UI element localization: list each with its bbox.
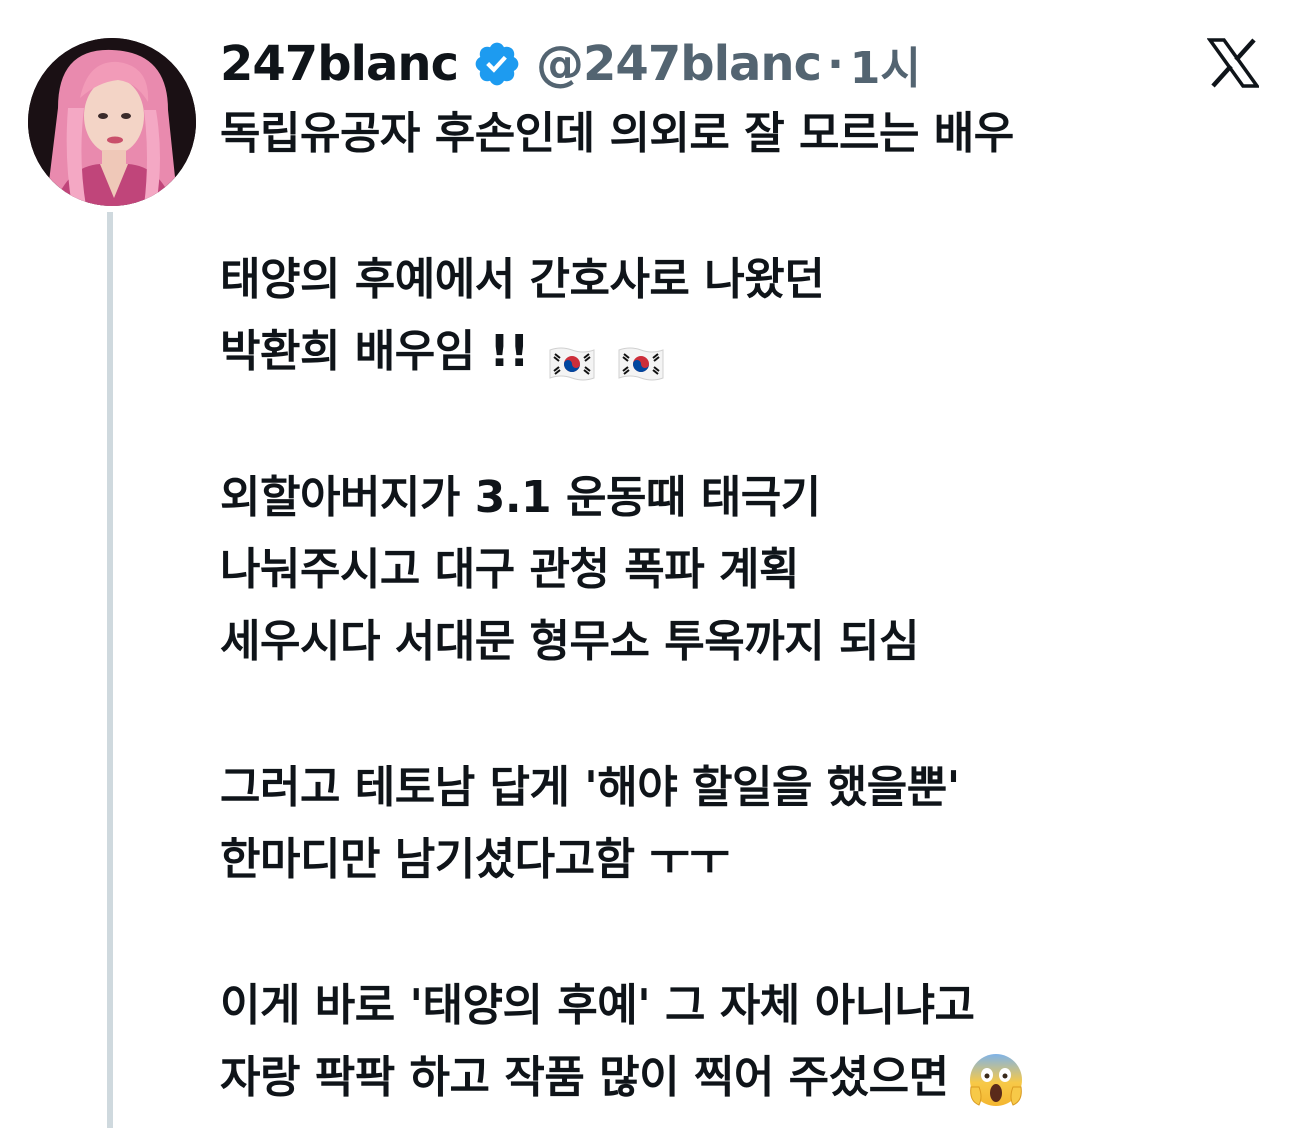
x-logo-icon	[1206, 38, 1261, 88]
tweet-line: 나눠주시고 대구 관청 폭파 계획	[220, 544, 800, 595]
tweet-line: 독립유공자 후손인데 의외로 잘 모르는 배우	[220, 108, 1014, 159]
tweet-line-with-flags: 박환희 배우임 !!	[220, 316, 1270, 388]
tweet-text: 독립유공자 후손인데 의외로 잘 모르는 배우 태양의 후예에서 간호사로 나왔…	[220, 98, 1270, 1114]
face-screaming-in-fear-icon	[967, 1051, 1025, 1109]
thread-connector-line	[107, 212, 113, 1128]
avatar[interactable]	[28, 38, 196, 206]
tweet-line-text: 박환희 배우임 !!	[220, 326, 529, 377]
tweet-line: 세우시다 서대문 형무소 투옥까지 되심	[220, 616, 919, 667]
timestamp[interactable]: 1시	[850, 32, 921, 96]
tweet-line: 태양의 후예에서 간호사로 나왔던	[220, 254, 825, 305]
user-handle[interactable]: @247blanc	[536, 36, 822, 92]
verified-badge-icon[interactable]	[472, 39, 522, 89]
tweet-line-text: 자랑 팍팍 하고 작품 많이 찍어 주셨으면	[220, 1052, 949, 1103]
tweet-header: 247blanc @247blanc · 1시	[220, 30, 921, 98]
profile-photo	[28, 38, 196, 206]
separator-dot: ·	[827, 38, 844, 90]
display-name[interactable]: 247blanc	[220, 36, 459, 92]
tweet-line: 그러고 테토남 답게 '해야 할일을 했을뿐'	[220, 762, 960, 813]
south-korea-flag-icon	[616, 334, 666, 381]
tweet-line: 외할아버지가 3.1 운동때 태극기	[220, 472, 821, 523]
tweet-line: 이게 바로 '태양의 후예' 그 자체 아니냐고	[220, 980, 975, 1031]
south-korea-flag-icon	[547, 334, 597, 381]
tweet-line: 한마디만 남기셨다고함 ㅜㅜ	[220, 834, 730, 885]
tweet-line-with-emoji: 자랑 팍팍 하고 작품 많이 찍어 주셨으면	[220, 1042, 1270, 1114]
